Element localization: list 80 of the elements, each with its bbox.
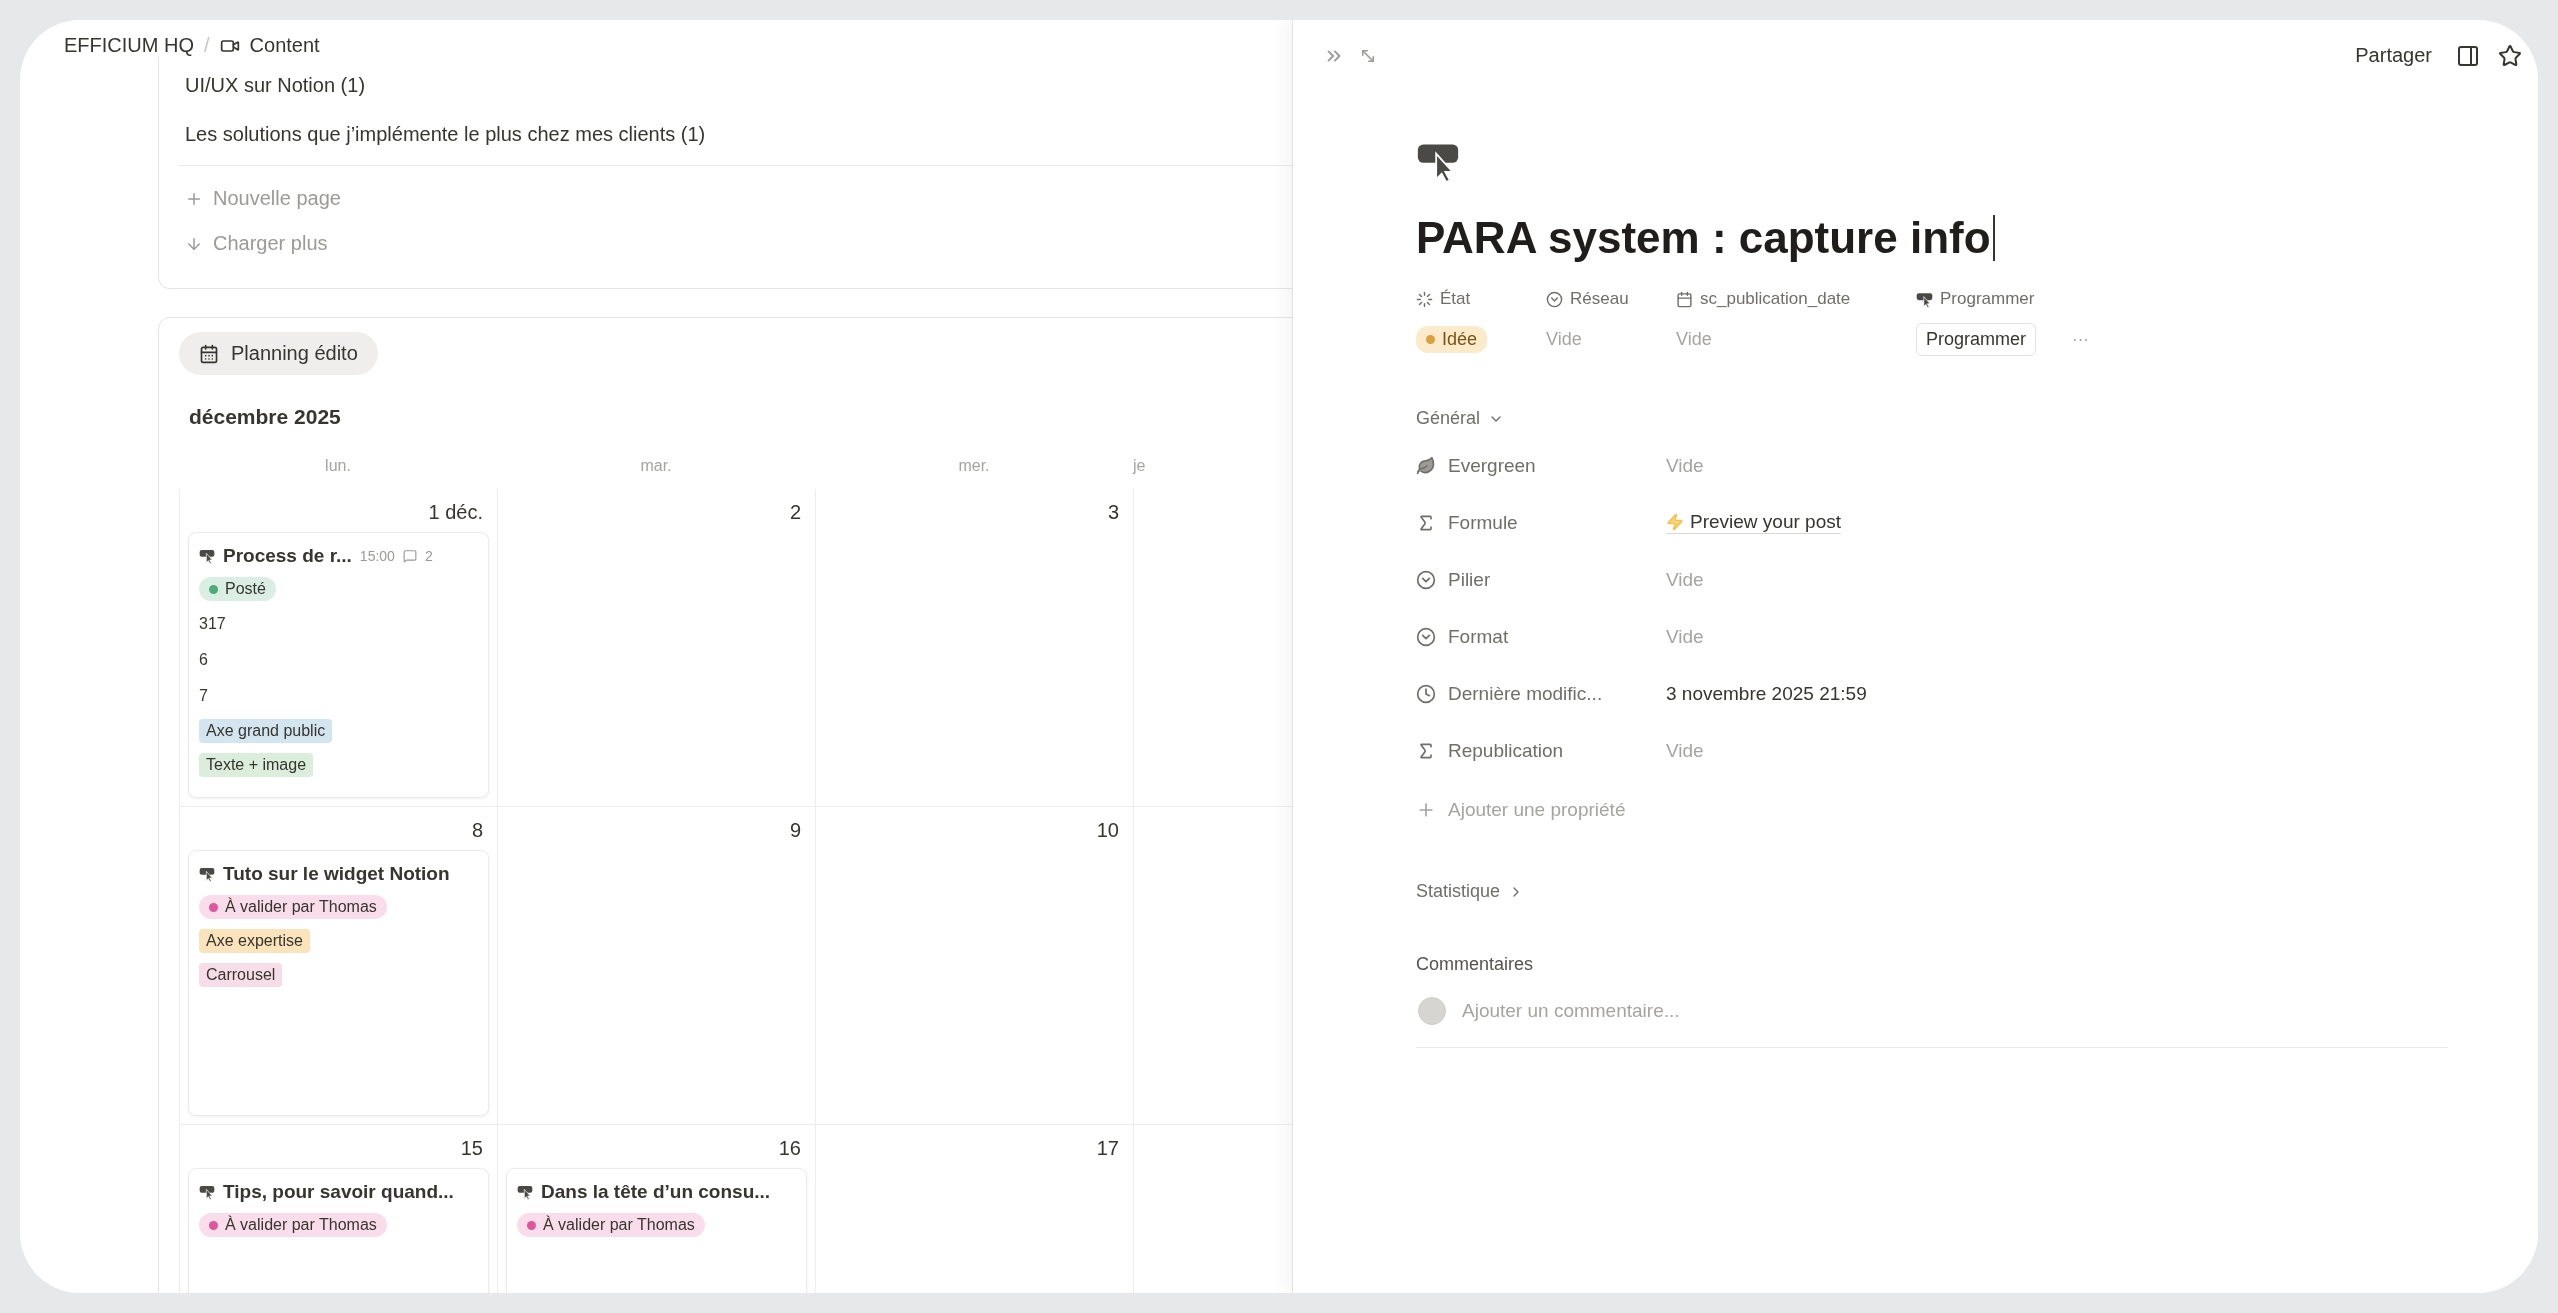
property-name[interactable]: État (1416, 289, 1471, 309)
event-title: Process de r... (223, 545, 352, 567)
page-title[interactable]: PARA system : capture info (1416, 213, 1991, 263)
tag: Axe grand public (199, 719, 333, 743)
weekday-label: je (1133, 456, 1147, 476)
tag: Texte + image (199, 753, 314, 777)
day-number: 16 (777, 1136, 802, 1161)
event-card[interactable]: Tuto sur le widget Notion À valider par Thomas Axe expertise Carrousel (188, 850, 489, 1116)
breadcrumb-separator: / (204, 34, 210, 57)
calendar-icon (1676, 290, 1693, 308)
event-title: Dans la tête d’un consu... (541, 1181, 771, 1203)
property-name[interactable]: Format (1416, 625, 1666, 648)
status-icon (1416, 290, 1433, 308)
select-icon (1416, 626, 1436, 647)
workspace-link[interactable]: EFFICIUM HQ (64, 34, 194, 57)
property-value[interactable]: 3 novembre 2025 21:59 (1666, 682, 2498, 705)
property-value: 7 (199, 686, 208, 706)
property-name[interactable]: Dernière modific... (1416, 682, 1666, 705)
property-name[interactable]: Réseau (1546, 289, 1629, 309)
event-card[interactable]: Tips, pour savoir quand... À valider par Thomas (188, 1168, 489, 1293)
tag: Axe expertise (199, 929, 310, 953)
new-page-action[interactable]: Nouvelle page (179, 176, 1292, 221)
group-heading[interactable]: Les solutions que j’implémente le plus chez mes clients (1) (179, 110, 1292, 159)
property-name[interactable]: Pilier (1416, 568, 1666, 591)
text-cursor (1992, 215, 1995, 261)
property-name[interactable]: Formule (1416, 511, 1666, 534)
section-toggle[interactable]: Statistique (1416, 881, 1525, 902)
view-tab[interactable]: Planning édito (179, 332, 378, 375)
formula-link[interactable]: Preview your post (1666, 511, 1841, 534)
calendar-icon (199, 343, 219, 364)
property-name[interactable]: sc_publication_date (1676, 289, 1851, 309)
tag: Carrousel (199, 963, 283, 987)
comment-icon (402, 549, 417, 563)
select-icon (1546, 290, 1563, 308)
day-number: 15 (459, 1136, 484, 1161)
share-button[interactable]: Partager (2347, 40, 2440, 71)
comments-heading: Commentaires (1416, 954, 1535, 975)
month-title: décembre 2025 (189, 405, 342, 429)
day-number: 2 (788, 500, 802, 525)
weekday-label: lun. (324, 456, 352, 476)
weekday-label: mar. (639, 456, 673, 476)
event-title: Tuto sur le widget Notion (223, 863, 450, 885)
property-name[interactable]: Republication (1416, 739, 1666, 762)
event-card[interactable]: Process de r... 15:00 2 Posté 317 6 7 Axe grand public Texte + image (188, 532, 489, 798)
cursor-icon (517, 1184, 533, 1200)
status-badge: Posté (199, 577, 276, 601)
day-number: 8 (470, 818, 484, 843)
cursor-icon (199, 866, 215, 882)
clock-icon (1416, 683, 1436, 704)
more-button[interactable]: ··· (2066, 328, 2095, 351)
status-badge: À valider par Thomas (199, 895, 387, 919)
avatar (1418, 997, 1446, 1025)
leaf-icon (1416, 455, 1436, 476)
status-badge[interactable]: Idée (1416, 326, 1488, 353)
property-value: 317 (199, 614, 226, 634)
event-card[interactable]: Dans la tête d’un consu... À valider par Thomas (506, 1168, 807, 1293)
property-name[interactable]: Evergreen (1416, 454, 1666, 477)
status-badge: À valider par Thomas (517, 1213, 705, 1237)
load-more-action[interactable]: Charger plus (179, 221, 1292, 266)
property-value: 6 (199, 650, 208, 670)
schedule-button[interactable]: Programmer (1916, 323, 2037, 356)
section-toggle[interactable]: Général (1416, 408, 1505, 429)
page-link[interactable]: Content (249, 34, 320, 57)
lightning-icon (1666, 513, 1684, 531)
cursor-icon (199, 548, 215, 564)
day-number: 9 (788, 818, 802, 843)
comment-count: 2 (424, 548, 433, 564)
day-number: 17 (1095, 1136, 1120, 1161)
day-number: 3 (1106, 500, 1120, 525)
event-time: 15:00 (359, 548, 395, 564)
cursor-icon (1916, 290, 1933, 308)
select-icon (1416, 569, 1436, 590)
day-number: 10 (1095, 818, 1120, 843)
event-title: Tips, pour savoir quand... (223, 1181, 454, 1203)
weekday-label: mer. (957, 456, 991, 476)
status-badge: À valider par Thomas (199, 1213, 387, 1237)
day-number: 1 déc. (427, 500, 484, 525)
cursor-icon (199, 1184, 215, 1200)
property-name[interactable]: Programmer (1916, 289, 2035, 309)
group-heading[interactable]: UI/UX sur Notion (1) (179, 61, 1292, 110)
